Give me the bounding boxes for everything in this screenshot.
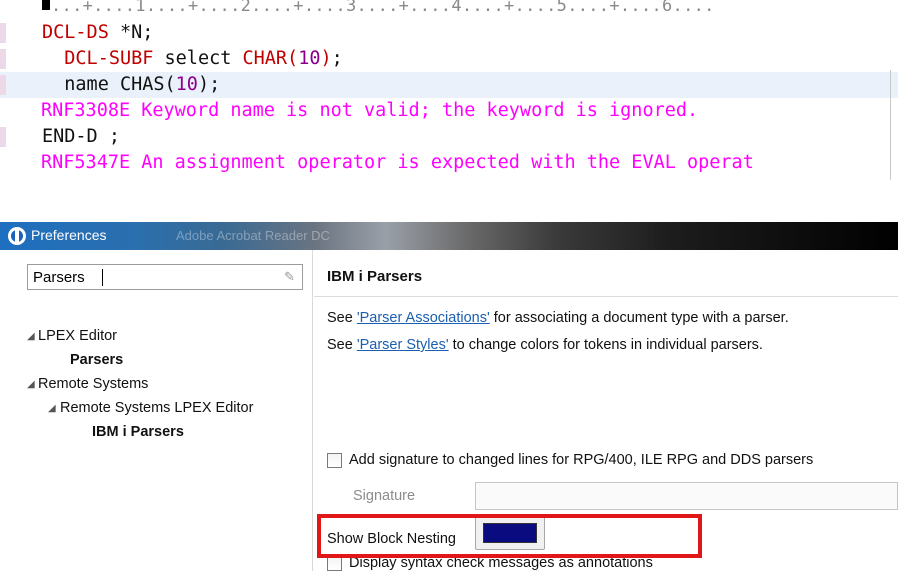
tree-item-label: Remote Systems LPEX Editor [60,400,254,416]
background-window-title: Adobe Acrobat Reader DC [176,228,330,243]
filter-input-value: Parsers [33,269,85,286]
line-gutter-marker [0,23,6,43]
cursor-marker [42,0,50,10]
tree-item-label: Remote Systems [38,376,149,392]
expand-toggle-icon[interactable]: ◢ [27,331,35,342]
parser-associations-link[interactable]: 'Parser Associations' [357,310,490,326]
line-text: name CHAS(10); [42,74,221,95]
tree-item-label: IBM i Parsers [92,424,184,440]
signature-label: Signature [353,488,416,504]
add-signature-label: Add signature to changed lines for RPG/4… [349,452,814,468]
tree-item-label: Parsers [70,352,124,368]
eclipse-app-icon [8,227,26,245]
code-line[interactable]: DCL-DS *N; [0,20,898,46]
preferences-tree-pane: Parsers ✎ ◢ LPEX Editor Parsers ◢ Remote Sys… [0,250,313,571]
expand-toggle-icon[interactable]: ◢ [48,403,56,414]
line-text: DCL-DS *N; [42,22,154,43]
line-text: RNF3308E Keyword name is not valid; the … [41,100,699,121]
tree-item-label: LPEX Editor [38,328,117,344]
line-gutter-marker [0,127,6,147]
text-caret [102,269,103,286]
editor-scrollbar-edge [890,70,891,180]
clear-filter-icon[interactable]: ✎ [284,270,296,284]
code-line[interactable]: DCL-SUBF select CHAR(10); [0,46,898,72]
highlight-box [317,514,702,558]
syntax-error-message[interactable]: RNF5347E An assignment operator is expec… [0,150,898,176]
signature-input [475,482,898,510]
title-separator [314,296,898,297]
column-ruler: ...+....1....+....2....+....3....+....4.… [42,0,898,16]
page-title: IBM i Parsers [327,268,423,285]
ruler-text: ...+....1....+....2....+....3....+....4.… [51,0,715,16]
filter-input[interactable]: Parsers ✎ [27,264,303,290]
line-text: RNF5347E An assignment operator is expec… [41,152,754,173]
add-signature-checkbox[interactable] [327,453,342,468]
parser-associations-text: See 'Parser Associations' for associatin… [327,310,789,326]
parser-styles-link[interactable]: 'Parser Styles' [357,337,449,353]
code-line[interactable]: name CHAS(10); [0,72,898,98]
line-text: END-D ; [42,126,120,147]
line-gutter-marker [0,49,6,69]
syntax-error-message[interactable]: RNF3308E Keyword name is not valid; the … [0,98,898,124]
display-annotations-checkbox[interactable] [327,556,342,571]
code-line[interactable]: END-D ; [0,124,898,150]
line-text: DCL-SUBF select CHAR(10); [64,48,343,69]
dialog-title: Preferences [31,227,107,243]
expand-toggle-icon[interactable]: ◢ [27,379,35,390]
line-gutter-marker [0,75,6,95]
parser-styles-text: See 'Parser Styles' to change colors for… [327,337,763,353]
dialog-titlebar[interactable]: Preferences Adobe Acrobat Reader DC [0,222,898,250]
lpex-editor[interactable]: ...+....1....+....2....+....3....+....4.… [0,0,898,216]
